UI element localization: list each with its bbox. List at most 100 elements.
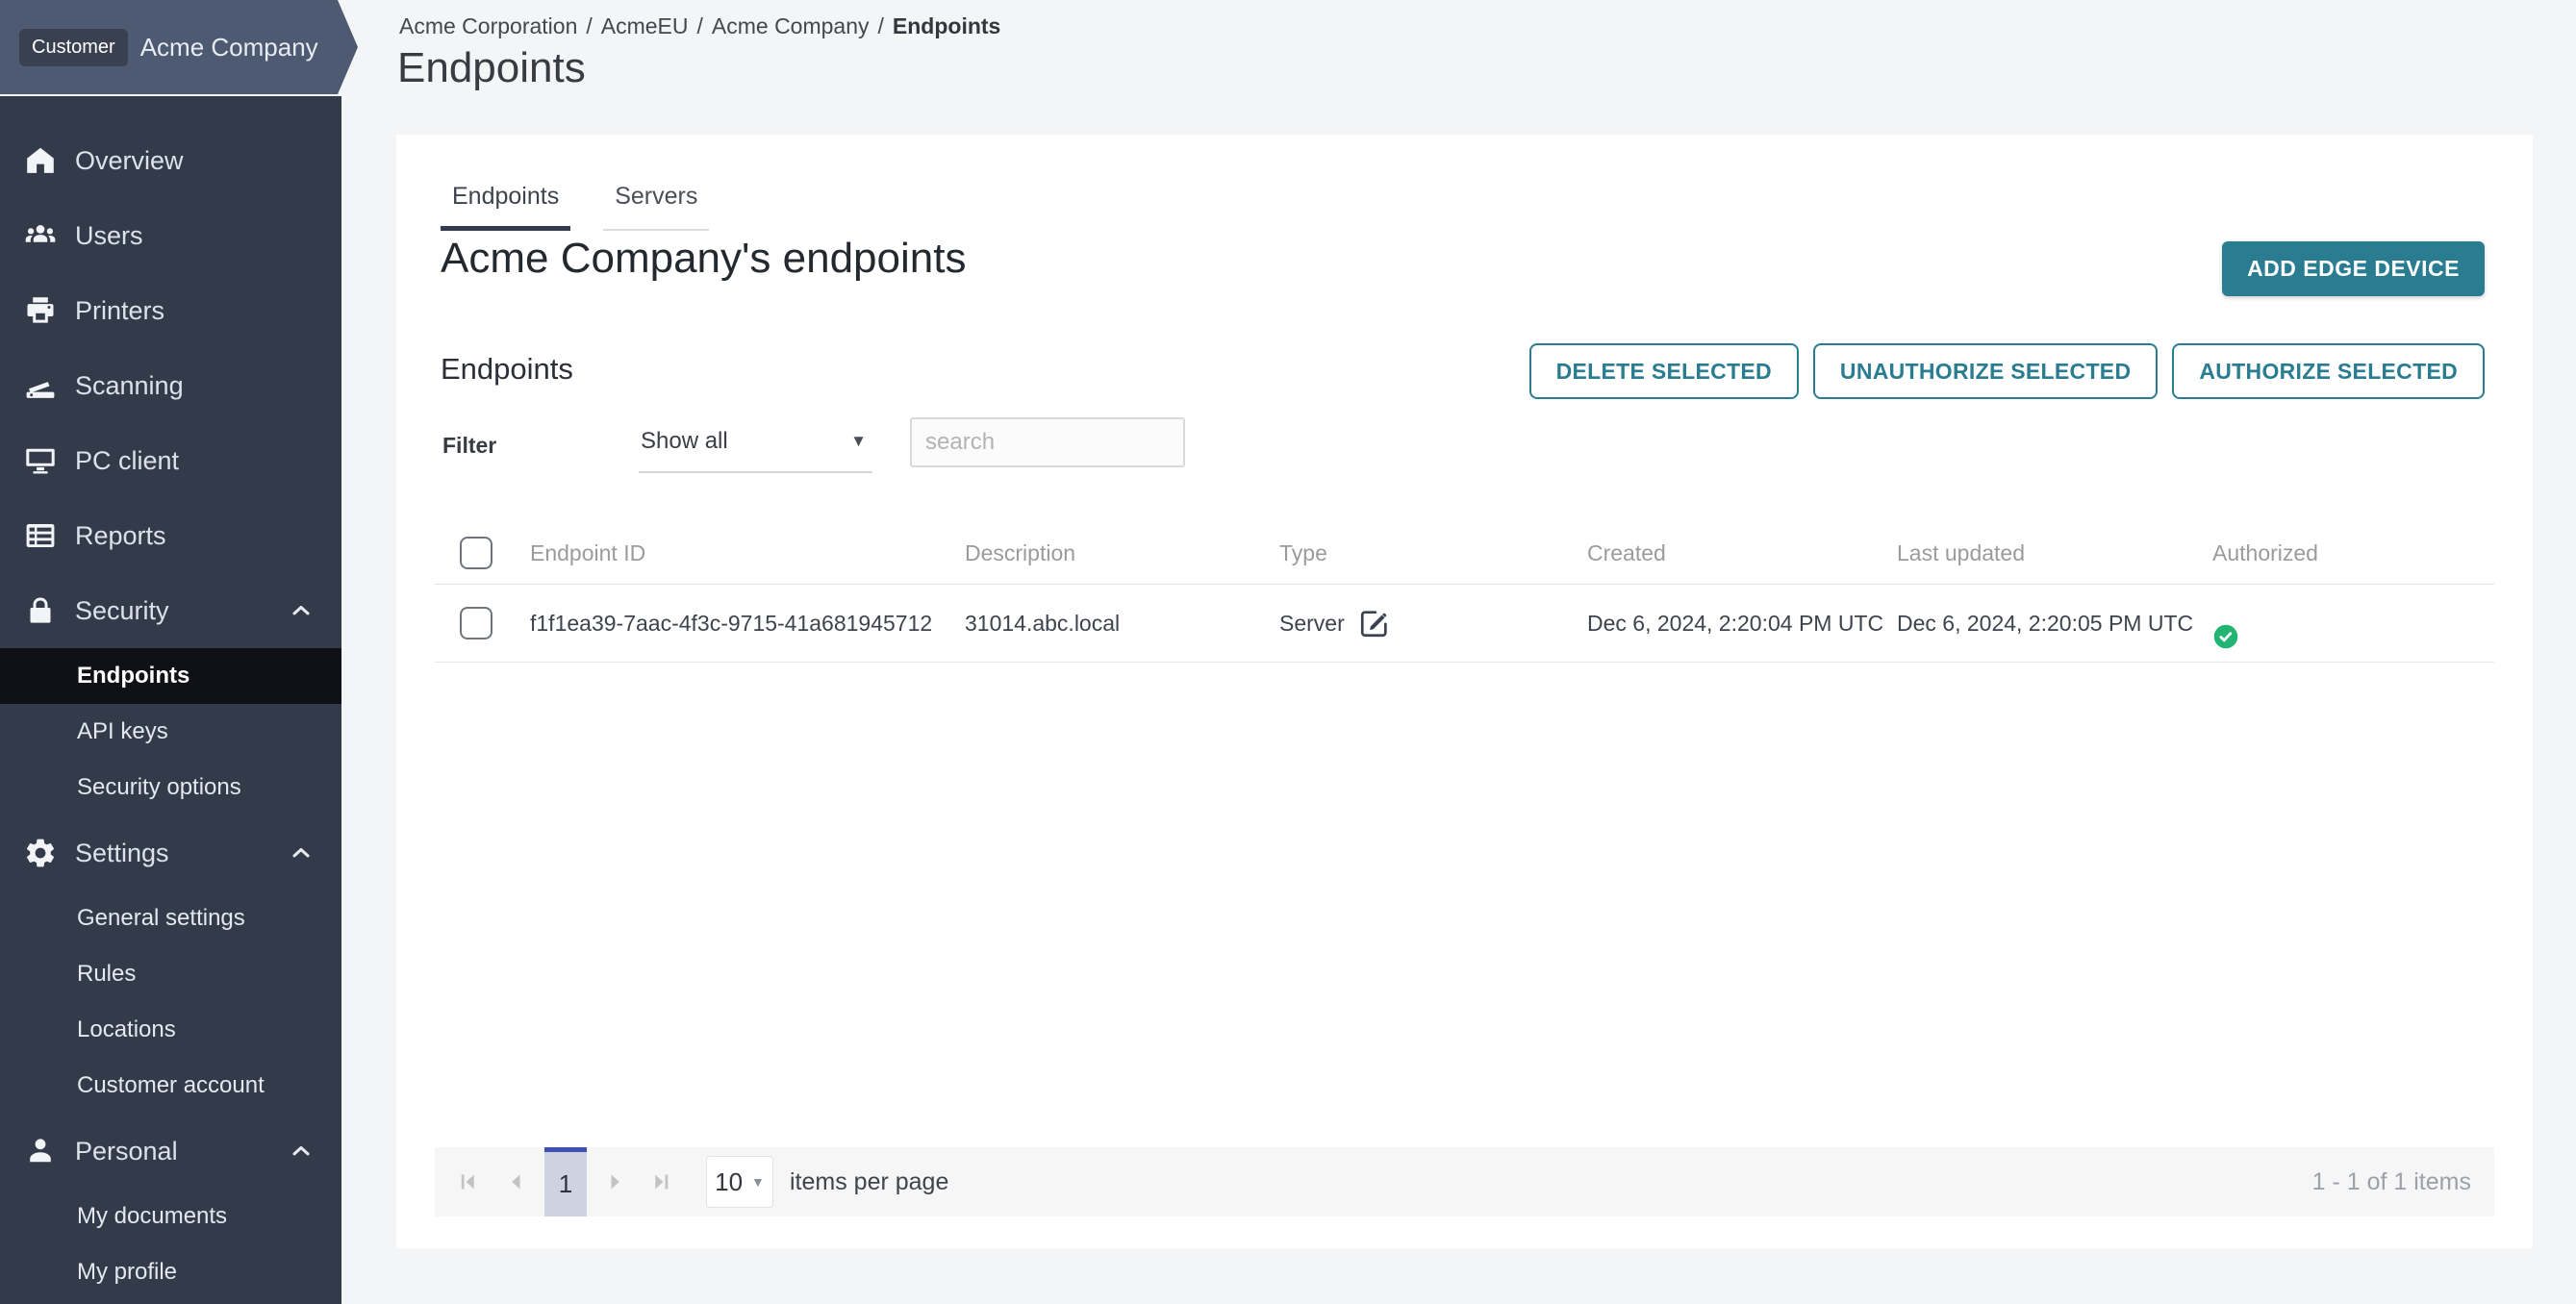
row-checkbox[interactable] [460, 607, 492, 639]
lock-icon [23, 593, 58, 628]
edit-icon[interactable] [1358, 607, 1391, 639]
card-heading: Acme Company's endpoints [441, 235, 966, 283]
column-header-endpoint-id: Endpoint ID [530, 540, 965, 566]
chevron-up-icon[interactable] [288, 840, 315, 866]
endpoints-table: Endpoint ID Description Type Created Las… [435, 522, 2494, 663]
reports-icon [23, 518, 58, 553]
caret-down-icon: ▼ [850, 432, 867, 451]
sidebar-item-label: Scanning [75, 371, 184, 401]
authorized-check-icon [2212, 623, 2494, 650]
scanner-icon [23, 368, 58, 403]
sidebar-item-customer-account[interactable]: Customer account [0, 1058, 341, 1114]
breadcrumb-separator: / [878, 13, 884, 39]
section-title: Endpoints [441, 352, 573, 387]
next-page-button[interactable] [596, 1163, 635, 1201]
sidebar-item-users[interactable]: Users [0, 198, 341, 273]
unauthorize-selected-button[interactable]: UNAUTHORIZE SELECTED [1813, 343, 2158, 399]
sidebar-item-my-documents[interactable]: My documents [0, 1189, 341, 1244]
page-title: Endpoints [397, 44, 586, 92]
last-page-button[interactable] [643, 1163, 681, 1201]
sidebar-item-label: Printers [75, 296, 164, 326]
sidebar-item-label: Personal [75, 1137, 178, 1166]
cell-type: Server [1279, 607, 1587, 639]
sidebar-item-label: Overview [75, 146, 184, 176]
sidebar-item-label: Reports [75, 521, 166, 551]
chevron-up-icon[interactable] [288, 1138, 315, 1165]
column-header-type: Type [1279, 540, 1587, 566]
sidebar-item-pc-client[interactable]: PC client [0, 423, 341, 498]
pagination-bar: 1 10 ▼ items per page 1 - 1 of 1 items [435, 1147, 2494, 1216]
sidebar-item-security-options[interactable]: Security options [0, 760, 341, 815]
sidebar-item-security[interactable]: Security [0, 573, 341, 648]
breadcrumb-separator: / [697, 13, 703, 39]
table-row: f1f1ea39-7aac-4f3c-9715-41a681945712 310… [435, 585, 2494, 663]
add-edge-device-button[interactable]: ADD EDGE DEVICE [2222, 241, 2485, 296]
sidebar-item-label: Users [75, 221, 143, 251]
breadcrumb: Acme Corporation / AcmeEU / Acme Company… [399, 13, 1000, 39]
sidebar-item-scanning[interactable]: Scanning [0, 348, 341, 423]
bulk-actions: DELETE SELECTED UNAUTHORIZE SELECTED AUT… [1529, 343, 2485, 399]
company-name: Acme Company [140, 33, 318, 63]
breadcrumb-separator: / [586, 13, 592, 39]
printer-icon [23, 293, 58, 328]
breadcrumb-item[interactable]: Acme Company [712, 13, 870, 39]
filter-label: Filter [442, 433, 496, 459]
sidebar-item-reports[interactable]: Reports [0, 498, 341, 573]
sidebar-item-label: Settings [75, 839, 169, 868]
page-number-button[interactable]: 1 [544, 1147, 587, 1216]
sidebar-item-my-profile[interactable]: My profile [0, 1244, 341, 1300]
sidebar-item-locations[interactable]: Locations [0, 1002, 341, 1058]
cell-authorized [2212, 597, 2494, 650]
pagination-range-label: 1 - 1 of 1 items [2312, 1168, 2471, 1196]
cell-last-updated: Dec 6, 2024, 2:20:05 PM UTC [1897, 611, 2212, 637]
tab-endpoints[interactable]: Endpoints [441, 167, 570, 231]
breadcrumb-item[interactable]: Acme Corporation [399, 13, 577, 39]
delete-selected-button[interactable]: DELETE SELECTED [1529, 343, 1799, 399]
monitor-icon [23, 443, 58, 478]
sidebar-item-personal[interactable]: Personal [0, 1114, 341, 1189]
sidebar-item-label: PC client [75, 446, 179, 476]
page: Customer Acme Company Overview Users Pri… [0, 0, 2576, 1304]
page-size-value: 10 [715, 1167, 743, 1197]
authorize-selected-button[interactable]: AUTHORIZE SELECTED [2172, 343, 2485, 399]
sidebar-item-overview[interactable]: Overview [0, 123, 341, 198]
sidebar-item-general-settings[interactable]: General settings [0, 890, 341, 946]
sidebar-item-printers[interactable]: Printers [0, 273, 341, 348]
person-icon [23, 1134, 58, 1168]
gear-icon [23, 836, 58, 870]
select-all-checkbox[interactable] [460, 537, 492, 569]
tab-bar: Endpoints Servers [441, 167, 709, 231]
items-per-page-label: items per page [790, 1168, 948, 1196]
column-header-last-updated: Last updated [1897, 540, 2212, 566]
home-icon [23, 143, 58, 178]
chevron-up-icon[interactable] [288, 597, 315, 624]
sidebar: Overview Users Printers Scanning PC clie… [0, 96, 341, 1304]
filter-select-value: Show all [641, 428, 728, 455]
breadcrumb-item[interactable]: AcmeEU [601, 13, 689, 39]
tab-servers[interactable]: Servers [603, 167, 709, 231]
sidebar-item-endpoints[interactable]: Endpoints [0, 648, 341, 704]
search-input[interactable] [910, 417, 1185, 467]
filter-select[interactable]: Show all ▼ [639, 412, 872, 473]
type-value: Server [1279, 611, 1345, 637]
customer-badge: Customer [19, 29, 128, 66]
sidebar-header: Customer Acme Company [0, 0, 358, 94]
content-card: Endpoints Servers Acme Company's endpoin… [396, 135, 2533, 1248]
caret-down-icon: ▼ [751, 1174, 765, 1190]
previous-page-button[interactable] [496, 1163, 535, 1201]
column-header-created: Created [1587, 540, 1897, 566]
column-header-authorized: Authorized [2212, 540, 2494, 566]
sidebar-item-label: Security [75, 596, 169, 626]
sidebar-item-settings[interactable]: Settings [0, 815, 341, 890]
page-size-select[interactable]: 10 ▼ [706, 1156, 773, 1208]
cell-created: Dec 6, 2024, 2:20:04 PM UTC [1587, 611, 1897, 637]
table-header-row: Endpoint ID Description Type Created Las… [435, 522, 2494, 585]
column-header-description: Description [965, 540, 1279, 566]
cell-endpoint-id: f1f1ea39-7aac-4f3c-9715-41a681945712 [530, 611, 965, 637]
users-icon [23, 218, 58, 253]
sidebar-item-rules[interactable]: Rules [0, 946, 341, 1002]
sidebar-item-api-keys[interactable]: API keys [0, 704, 341, 760]
breadcrumb-item-current: Endpoints [893, 13, 1000, 39]
first-page-button[interactable] [448, 1163, 487, 1201]
cell-description: 31014.abc.local [965, 611, 1279, 637]
